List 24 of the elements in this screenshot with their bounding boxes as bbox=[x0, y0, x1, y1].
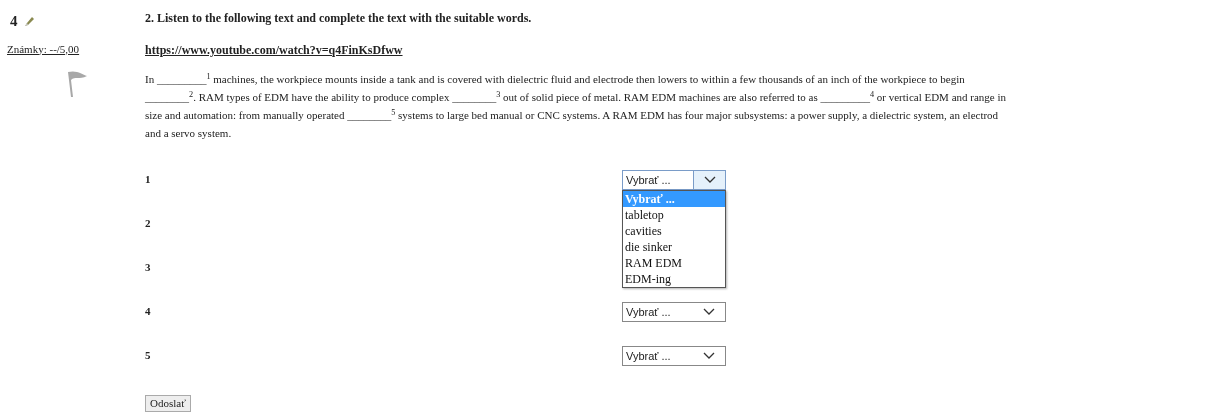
question-paragraph: In _________$^{1}$ machines, the workpiece mounts inside a tank and is covered with dielectric fluid and electrode then lowers to within a few thousands of an inch of the workpiece to begin ________$^{2}$. RAM types of EDM have the ability to produce complex ________$^{3}$ out of solid piece of metal. RAM EDM machines are also referred to as _________$^{4}$ or vertical EDM and range in size and automation: from manually operated ________$^{5}$ systems to large bed manual or CNC systems. A RAM EDM has four major subsystems: a power supply, a dielectric system, an electrod and a servo system. bbox=[145, 70, 1006, 141]
chevron-down-icon bbox=[703, 176, 716, 184]
video-link[interactable]: https://www.youtube.com/watch?v=q4FinKsDfww bbox=[145, 41, 403, 59]
pencil-icon bbox=[23, 15, 35, 27]
chevron-down-icon bbox=[703, 352, 715, 360]
dropdown-option[interactable]: EDM-ing bbox=[623, 271, 725, 287]
answer-number: 4 bbox=[145, 304, 152, 319]
submit-button[interactable]: Odoslať bbox=[145, 394, 191, 412]
chevron-down-icon bbox=[703, 308, 715, 316]
dropdown-option[interactable]: die sinker bbox=[623, 239, 725, 255]
answer-number: 2 bbox=[145, 216, 152, 231]
answer-number: 3 bbox=[145, 260, 152, 275]
answer-number: 1 bbox=[145, 172, 152, 187]
dropdown-option[interactable]: RAM EDM bbox=[623, 255, 725, 271]
dropdown-option[interactable]: cavities bbox=[623, 223, 725, 239]
answer-number: 5 bbox=[145, 348, 152, 363]
dropdown-select[interactable]: Vybrať ... bbox=[622, 302, 726, 322]
question-number: 4 bbox=[10, 12, 18, 31]
dropdown-option[interactable]: tabletop bbox=[623, 207, 725, 223]
dropdown-select[interactable]: Vybrať ... bbox=[622, 170, 726, 190]
grade-label: Známky: --/5,00 bbox=[7, 41, 80, 57]
dropdown-select[interactable]: Vybrať ... bbox=[622, 346, 726, 366]
flag-icon[interactable] bbox=[65, 69, 89, 98]
question-title: 2. Listen to the following text and complete the text with the suitable words. bbox=[145, 10, 532, 27]
